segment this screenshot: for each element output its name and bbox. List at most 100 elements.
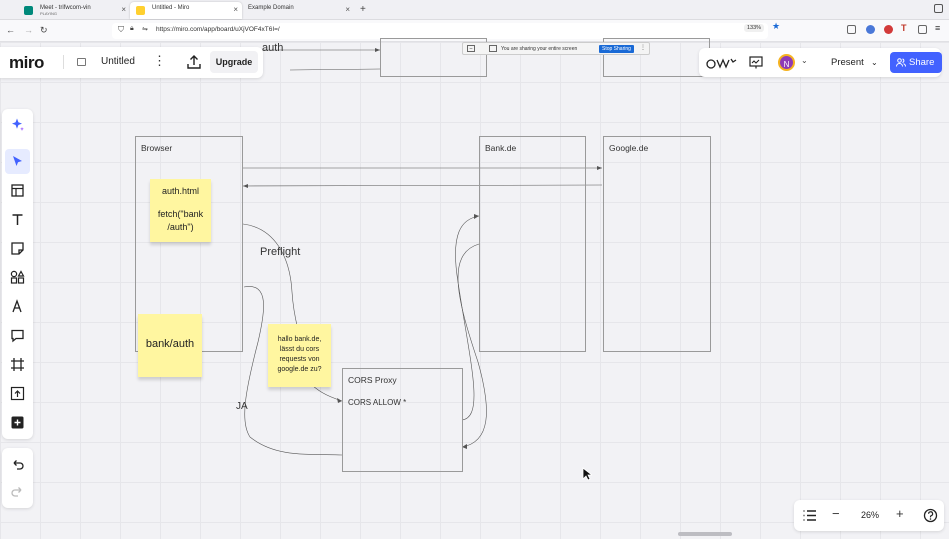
arrowhead bbox=[597, 166, 602, 170]
connector-line bbox=[289, 68, 381, 71]
help-icon[interactable] bbox=[923, 508, 938, 523]
frame-bank[interactable]: Bank.de bbox=[479, 136, 586, 352]
lock-icon[interactable]: 🔒︎ bbox=[130, 25, 134, 33]
frame-tool[interactable] bbox=[5, 352, 30, 377]
tab-meet[interactable]: Meet - trifwcom-vin PLAYING × bbox=[18, 2, 130, 19]
stop-sharing-button[interactable]: Stop Sharing bbox=[599, 45, 634, 53]
collaboration-tools-icon[interactable] bbox=[705, 55, 737, 71]
pen-tool[interactable] bbox=[5, 294, 30, 319]
comment-tool[interactable] bbox=[5, 323, 30, 348]
select-tool[interactable] bbox=[5, 149, 30, 174]
share-label: Share bbox=[909, 57, 935, 68]
arrowhead bbox=[243, 184, 248, 188]
tab-title: Untitled - Miro bbox=[152, 5, 190, 11]
templates-icon bbox=[11, 184, 24, 197]
url-bar[interactable]: ⛉ 🔒︎ ⇋ https://miro.com/app/board/uXjVOF… bbox=[112, 23, 768, 39]
preflight-label[interactable]: Preflight bbox=[260, 246, 300, 258]
shield-icon[interactable]: ⛉ bbox=[118, 25, 124, 35]
ja-label[interactable]: JA bbox=[236, 401, 248, 412]
share-button[interactable]: Share bbox=[890, 52, 942, 73]
sticky-line: auth.html bbox=[161, 186, 200, 196]
text-extension-icon[interactable]: T bbox=[901, 23, 910, 33]
tab-title: Example Domain bbox=[248, 5, 294, 11]
undo-button[interactable] bbox=[5, 452, 30, 477]
people-icon bbox=[896, 58, 906, 67]
upgrade-button[interactable]: Upgrade bbox=[210, 51, 258, 73]
minimize-icon[interactable]: – bbox=[467, 45, 475, 52]
tab-example[interactable]: Example Domain × bbox=[242, 2, 354, 19]
tab-miro[interactable]: Untitled - Miro × bbox=[130, 2, 242, 19]
board-name[interactable]: Untitled bbox=[101, 56, 135, 67]
extension-icon[interactable] bbox=[884, 25, 893, 34]
horizontal-scrollbar[interactable] bbox=[678, 532, 732, 536]
zoom-out-button[interactable]: − bbox=[832, 506, 840, 521]
pocket-icon[interactable] bbox=[847, 25, 856, 34]
sticky-note-tool[interactable] bbox=[5, 236, 30, 261]
user-avatar[interactable]: N bbox=[778, 54, 795, 71]
redo-button[interactable] bbox=[5, 479, 30, 504]
select-icon bbox=[13, 156, 22, 166]
sticky-line: /auth") bbox=[167, 222, 194, 233]
screen-share-banner: – You are sharing your entire screen Sto… bbox=[462, 42, 650, 55]
frame-icon bbox=[11, 358, 24, 371]
sticky-line: fetch("bank bbox=[157, 209, 204, 220]
auth-text[interactable]: auth bbox=[262, 42, 283, 54]
frame-cors-proxy[interactable]: CORS Proxy CORS ALLOW * bbox=[342, 368, 463, 472]
templates-tool[interactable] bbox=[5, 178, 30, 203]
sticky-line: hallo bank.de, bbox=[277, 336, 322, 343]
sticky-note-cors-question[interactable]: hallo bank.de, lässt du cors requests vo… bbox=[268, 324, 331, 387]
redo-icon bbox=[11, 487, 22, 497]
close-icon[interactable]: × bbox=[233, 5, 238, 15]
zoom-in-button[interactable]: + bbox=[896, 506, 904, 521]
ai-sparkle-tool[interactable] bbox=[5, 112, 30, 137]
shapes-tool[interactable] bbox=[5, 265, 30, 290]
frame-google[interactable]: Google.de bbox=[603, 136, 711, 352]
bookmark-star-icon[interactable]: ★ bbox=[772, 21, 780, 32]
pen-icon bbox=[12, 299, 22, 313]
sticky-note-icon bbox=[11, 242, 24, 255]
frame-title: Google.de bbox=[609, 143, 649, 153]
frame-title: Bank.de bbox=[485, 143, 517, 153]
forward-icon[interactable]: → bbox=[24, 25, 33, 35]
creation-toolbar bbox=[2, 109, 33, 439]
add-apps-tool[interactable] bbox=[5, 410, 30, 435]
export-icon[interactable] bbox=[186, 54, 202, 70]
new-tab-icon[interactable]: + bbox=[360, 4, 366, 15]
miro-logo[interactable]: miro bbox=[9, 53, 44, 73]
extension-icon[interactable] bbox=[866, 25, 875, 34]
undo-icon bbox=[13, 460, 24, 470]
board-icon bbox=[77, 58, 86, 66]
close-icon[interactable]: × bbox=[121, 5, 126, 15]
zoom-level[interactable]: 26% bbox=[861, 510, 879, 520]
more-options-icon[interactable]: ⋮ bbox=[153, 53, 166, 69]
screen-presentation-icon[interactable] bbox=[749, 56, 763, 69]
zoom-badge[interactable]: 133% bbox=[744, 24, 765, 32]
sticky-note-auth-html[interactable]: auth.html fetch("bank /auth") bbox=[150, 179, 211, 242]
text-icon bbox=[12, 214, 23, 225]
permissions-icon[interactable]: ⇋ bbox=[142, 25, 148, 33]
cors-allow-text: CORS ALLOW * bbox=[348, 398, 407, 407]
extensions-icon[interactable] bbox=[918, 25, 927, 34]
tab-subtitle: PLAYING bbox=[40, 10, 58, 16]
chevron-down-icon[interactable]: ⌄ bbox=[801, 56, 808, 65]
ai-sparkle-icon bbox=[12, 118, 24, 131]
present-button[interactable]: Present ⌄ bbox=[824, 52, 884, 73]
sticky-line: lässt du cors bbox=[279, 346, 320, 354]
shapes-icon bbox=[10, 270, 25, 284]
sticky-line: bank/auth bbox=[145, 338, 195, 350]
sticky-note-bank-auth[interactable]: bank/auth bbox=[138, 314, 202, 377]
upload-tool[interactable] bbox=[5, 381, 30, 406]
browser-tabbar: Meet - trifwcom-vin PLAYING × Untitled -… bbox=[0, 0, 949, 20]
reload-icon[interactable]: ↻ bbox=[40, 25, 48, 36]
share-banner-text: You are sharing your entire screen bbox=[501, 46, 578, 52]
window-icon[interactable] bbox=[934, 4, 943, 13]
menu-icon[interactable]: ≡ bbox=[935, 23, 944, 33]
board-canvas[interactable]: auth Browser Bank.de Google.de CORS Prox… bbox=[0, 38, 949, 539]
close-icon[interactable]: × bbox=[345, 5, 350, 15]
chevron-down-icon: ⌄ bbox=[871, 58, 878, 67]
url-text: https://miro.com/app/board/uXjVOF4xT6I=/ bbox=[156, 26, 280, 33]
drag-handle-icon[interactable]: ⋮ bbox=[640, 44, 646, 51]
back-icon[interactable]: ← bbox=[6, 25, 15, 35]
text-tool[interactable] bbox=[5, 207, 30, 232]
list-icon[interactable] bbox=[802, 508, 817, 523]
